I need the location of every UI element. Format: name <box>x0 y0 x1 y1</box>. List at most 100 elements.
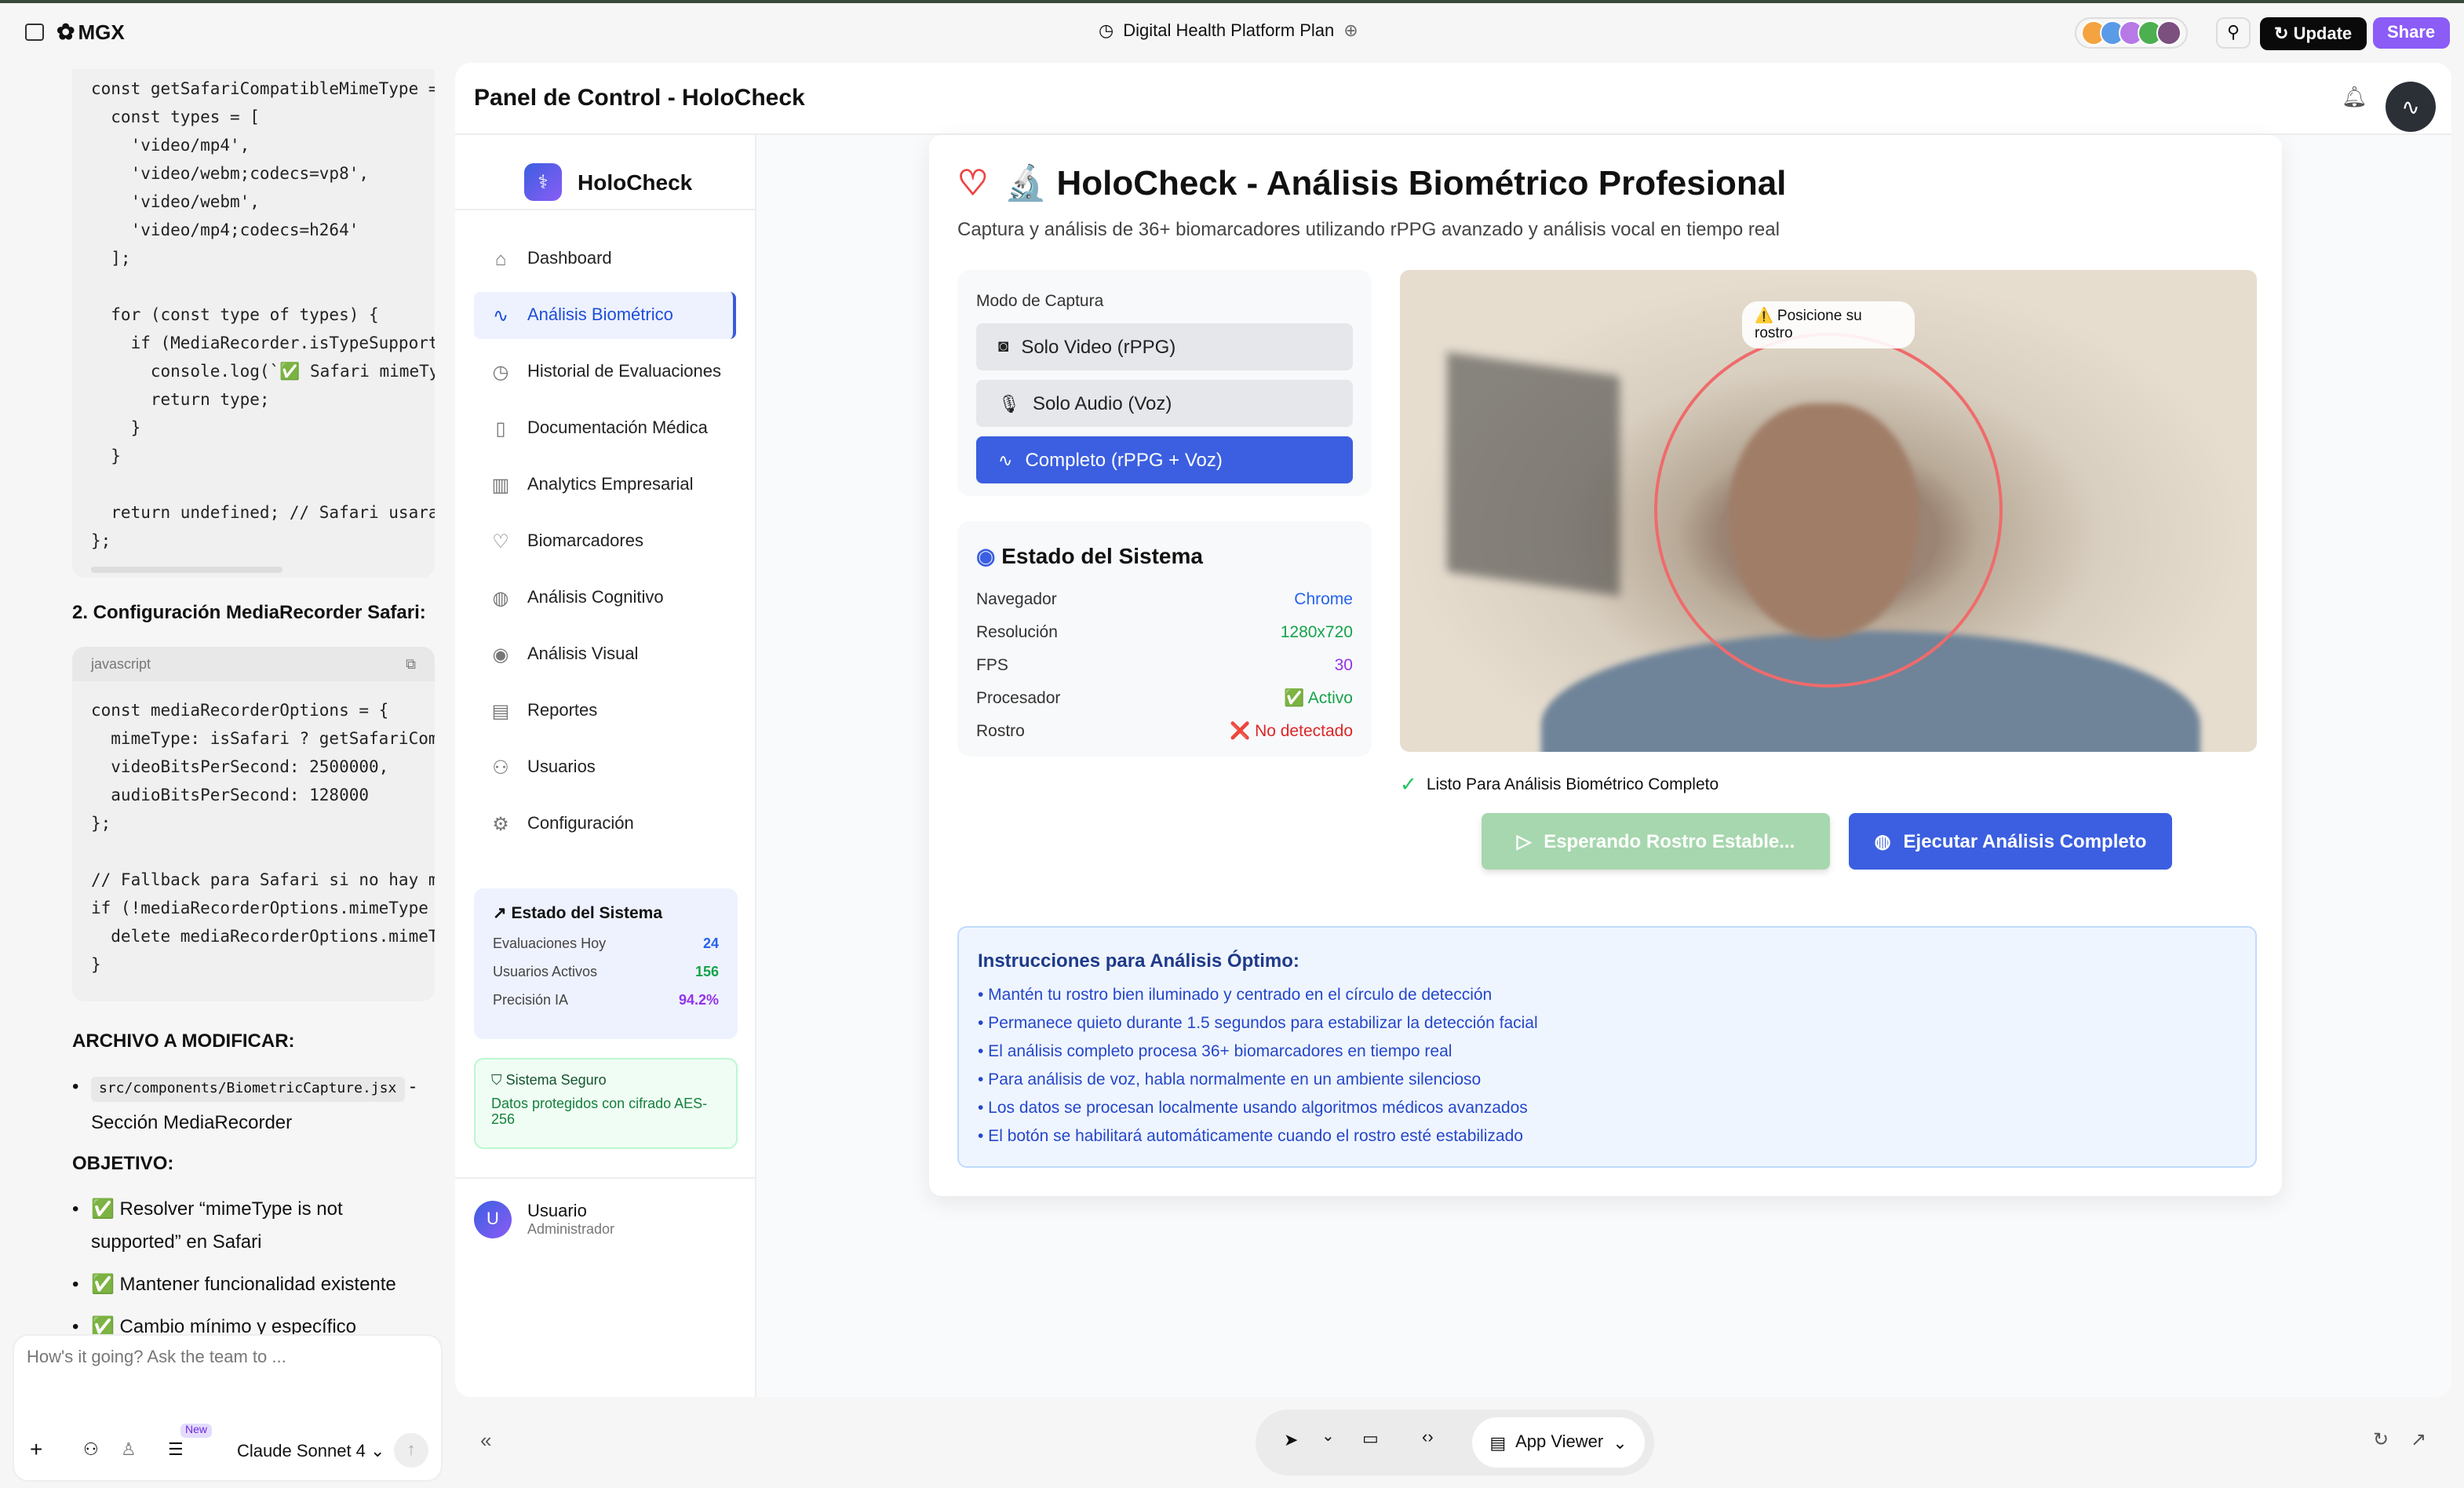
sidebar-item-5[interactable]: ♡ Biomarcadores <box>474 518 736 565</box>
sidebar-item-4[interactable]: ▥ Analytics Empresarial <box>474 461 736 509</box>
collaborator-avatars[interactable] <box>2075 17 2188 49</box>
eye-icon: ◉ <box>492 644 509 666</box>
instruction-item: • Los datos se procesan localmente usand… <box>978 1099 1528 1118</box>
sidebar-item-label: Reportes <box>527 702 598 720</box>
status-value: 1280x720 <box>1280 622 1353 641</box>
code-block-2: javascript ⧉ const mediaRecorderOptions … <box>72 647 435 1001</box>
sidebar-brand: ⚕ HoloCheck <box>455 135 755 210</box>
chevron-down-icon[interactable]: ⌄ <box>1321 1428 1335 1446</box>
app-viewer-selector[interactable]: ▤ App Viewer ⌄ <box>1472 1417 1645 1468</box>
activity-fab[interactable]: ∿ <box>2386 82 2436 132</box>
model-selector[interactable]: Claude Sonnet 4 ⌄ <box>237 1441 385 1461</box>
secure-title-text: Sistema Seguro <box>505 1072 607 1088</box>
sidebar-item-3[interactable]: ▯ Documentación Médica <box>474 405 736 452</box>
window-icon: ▤ <box>1489 1434 1507 1453</box>
brand: ✿ MGX <box>25 19 125 46</box>
avatar <box>2156 20 2182 46</box>
sidebar-item-label: Biomarcadores <box>527 532 643 551</box>
sidebar-item-8[interactable]: ▤ Reportes <box>474 687 736 735</box>
team-icon[interactable]: ⚇ <box>83 1439 99 1460</box>
sidebar-item-7[interactable]: ◉ Análisis Visual <box>474 631 736 678</box>
mgx-logo-icon: ✿ <box>56 19 75 44</box>
ready-status: ✓ Listo Para Análisis Biométrico Completo <box>1400 772 1719 797</box>
list-item: ✅ Mantener funcionalidad existente <box>72 1268 425 1301</box>
system-status-panel: ◉ Estado del Sistema Navegador Chrome Reso… <box>957 521 1372 757</box>
refresh-icon[interactable]: ↻ <box>2373 1428 2389 1450</box>
ready-text: Listo Para Análisis Biométrico Completo <box>1426 775 1719 794</box>
code-header: javascript ⧉ <box>72 647 435 681</box>
send-button[interactable]: ↑ <box>394 1433 428 1468</box>
file-icon: ▤ <box>491 700 510 722</box>
users-icon: ⚇ <box>492 757 509 779</box>
collapse-icon[interactable]: « <box>480 1428 491 1452</box>
project-title[interactable]: ◷ Digital Health Platform Plan ⊕ <box>1099 20 1358 41</box>
sidebar-item-1[interactable]: ∿ Análisis Biométrico <box>474 292 736 339</box>
book-icon: ▯ <box>495 418 506 439</box>
app-header: Panel de Control - HoloCheck 🔔︎ ∿ <box>455 63 2451 135</box>
capture-mode-label: Solo Audio (Voz) <box>1032 392 1172 414</box>
gear-icon: ⚙ <box>492 813 509 835</box>
waiting-button[interactable]: ▷ Esperando Rostro Estable... <box>1482 813 1830 870</box>
update-button[interactable]: ↻ Update <box>2260 17 2367 50</box>
background-shelf <box>1447 352 1620 596</box>
sidebar-item-0[interactable]: ⌂ Dashboard <box>474 235 736 283</box>
sidebar-item-10[interactable]: ⚙ Configuración <box>474 801 736 848</box>
history-icon[interactable]: ◷ <box>1099 20 1114 41</box>
status-row: Resolución 1280x720 <box>976 615 1353 648</box>
brand-name: MGX <box>78 20 125 44</box>
user-profile[interactable]: U Usuario Administrador <box>455 1177 756 1260</box>
user-icon[interactable]: ♙ <box>121 1439 137 1460</box>
bell-icon[interactable]: 🔔︎ <box>2342 85 2367 110</box>
top-bar: ✿ MGX ◷ Digital Health Platform Plan ⊕ ⚲… <box>0 3 2464 63</box>
status-label: Usuarios Activos <box>493 964 598 979</box>
chat-input[interactable]: How's it going? Ask the team to ... <box>27 1348 286 1367</box>
code-content: const mediaRecorderOptions = { mimeType:… <box>91 702 435 975</box>
status-value: 30 <box>1334 655 1353 674</box>
sidebar-item-label: Análisis Cognitivo <box>527 589 664 607</box>
instructions-panel: Instrucciones para Análisis Óptimo: • Ma… <box>957 926 2257 1168</box>
capture-mode-0[interactable]: ◙ Solo Video (rPPG) <box>976 323 1353 370</box>
sidebar-item-9[interactable]: ⚇ Usuarios <box>474 744 736 791</box>
external-link-icon[interactable]: ↗ <box>2411 1428 2426 1450</box>
globe-icon[interactable]: ⊕ <box>1343 20 1358 41</box>
code-icon[interactable]: ‹› <box>1422 1428 1434 1447</box>
card-title-text: 🔬 HoloCheck - Análisis Biométrico Profes… <box>1004 163 1787 202</box>
copy-icon[interactable]: ⧉ <box>406 655 416 673</box>
face-detection-circle <box>1654 333 2003 687</box>
sidebar-toggle-icon[interactable] <box>25 24 44 41</box>
camera-feed: ⚠️ Posicione su rostro <box>1400 270 2257 752</box>
capture-mode-label: Solo Video (rPPG) <box>1021 336 1176 358</box>
share-button[interactable]: Share <box>2373 17 2450 49</box>
face-hint-tooltip: ⚠️ Posicione su rostro <box>1742 301 1915 348</box>
code-scrollbar[interactable] <box>91 567 282 573</box>
sidebar-status-card: ↗ Estado del Sistema Evaluaciones Hoy 24 U… <box>474 888 738 1039</box>
project-title-text: Digital Health Platform Plan <box>1123 21 1335 40</box>
code-language: javascript <box>91 656 151 672</box>
capture-mode-2[interactable]: ∿ Completo (rPPG + Voz) <box>976 436 1353 483</box>
sidebar-item-2[interactable]: ◷ Historial de Evaluaciones <box>474 348 736 396</box>
sidebar-item-6[interactable]: ◍ Análisis Cognitivo <box>474 574 736 622</box>
file-item: src/components/BiometricCapture.jsx - Se… <box>72 1070 433 1140</box>
settings-sliders-icon[interactable]: ☰ <box>168 1439 184 1460</box>
instructions-title: Instrucciones para Análisis Óptimo: <box>978 950 1299 972</box>
model-name: Claude Sonnet 4 <box>237 1442 366 1461</box>
status-label: Evaluaciones Hoy <box>493 935 607 951</box>
run-analysis-label: Ejecutar Análisis Completo <box>1903 830 2147 852</box>
instruction-item: • El análisis completo procesa 36+ bioma… <box>978 1042 1453 1061</box>
capture-mode-1[interactable]: 🎙︎ Solo Audio (Voz) <box>976 380 1353 427</box>
brand-name: HoloCheck <box>578 169 693 194</box>
run-analysis-button[interactable]: ◍ Ejecutar Análisis Completo <box>1849 813 2172 870</box>
mic-icon: 🎙︎ <box>998 395 1020 414</box>
chat-input-box[interactable]: How's it going? Ask the team to ... + ⚇ … <box>13 1334 443 1482</box>
status-row: FPS 30 <box>976 648 1353 681</box>
pin-icon[interactable]: ⚲ <box>2216 17 2251 49</box>
add-icon[interactable]: + <box>30 1436 42 1461</box>
eye-icon: ◉ <box>976 543 996 568</box>
cursor-icon[interactable]: ➤ <box>1284 1430 1298 1450</box>
objective-list: ✅ Resolver “mimeType is not supported” e… <box>72 1193 425 1344</box>
monitor-icon[interactable]: ▭ <box>1362 1428 1379 1449</box>
avatar: U <box>474 1201 512 1238</box>
file-path: src/components/BiometricCapture.jsx <box>91 1077 405 1102</box>
status-row: Evaluaciones Hoy 24 <box>493 935 719 964</box>
user-role: Administrador <box>527 1221 615 1237</box>
